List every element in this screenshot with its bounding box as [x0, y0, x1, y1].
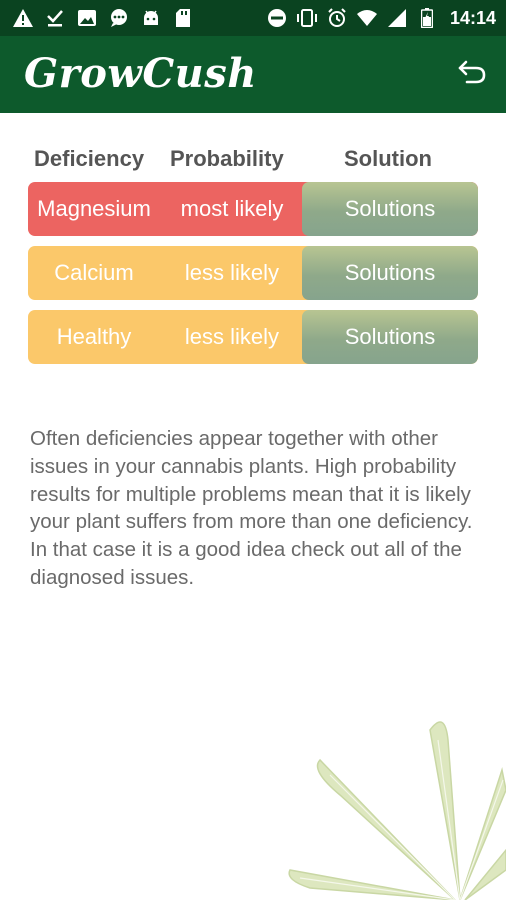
row-deficiency: Calcium — [54, 260, 134, 285]
back-arrow-icon — [457, 59, 487, 90]
status-bar-right: 14:14 — [266, 6, 496, 30]
table-row: Healthy less likely Solutions — [28, 310, 478, 364]
download-done-icon — [44, 7, 66, 29]
wifi-icon — [356, 7, 378, 29]
row-deficiency: Magnesium — [37, 196, 151, 221]
app-bar: GrowCush — [0, 36, 506, 113]
alert-icon — [12, 7, 34, 29]
header-deficiency: Deficiency — [34, 146, 145, 171]
status-bar: 14:14 — [0, 0, 506, 36]
status-bar-left — [12, 6, 194, 30]
header-probability: Probability — [170, 146, 284, 171]
row-deficiency: Healthy — [56, 324, 132, 349]
cannabis-leaf-icon — [270, 700, 506, 901]
row-probability: less likely — [184, 260, 280, 285]
back-button[interactable] — [456, 58, 488, 90]
row-probability: less likely — [184, 324, 280, 349]
table-row: Magnesium most likely Solutions — [28, 182, 478, 236]
info-text: Often deficiencies appear together with … — [30, 427, 473, 589]
table-header: Deficiency Probability Solution — [28, 140, 480, 180]
deficiency-table: Deficiency Probability Solution Magnesiu… — [28, 140, 480, 364]
chat-icon — [108, 7, 130, 29]
battery-icon — [416, 7, 438, 29]
solutions-button[interactable]: Solutions — [302, 182, 478, 236]
alarm-icon — [326, 7, 348, 29]
image-icon — [76, 7, 98, 29]
row-probability: most likely — [180, 196, 284, 221]
table-row: Calcium less likely Solutions — [28, 246, 478, 300]
signal-icon — [386, 7, 408, 29]
header-solution: Solution — [344, 146, 432, 171]
dnd-icon — [266, 7, 288, 29]
sd-card-icon — [172, 7, 194, 29]
app-title: GrowCush — [24, 50, 257, 97]
android-icon — [140, 7, 162, 29]
solutions-button[interactable]: Solutions — [302, 310, 478, 364]
solutions-button[interactable]: Solutions — [302, 246, 478, 300]
vibrate-icon — [296, 7, 318, 29]
status-time: 14:14 — [449, 7, 496, 28]
